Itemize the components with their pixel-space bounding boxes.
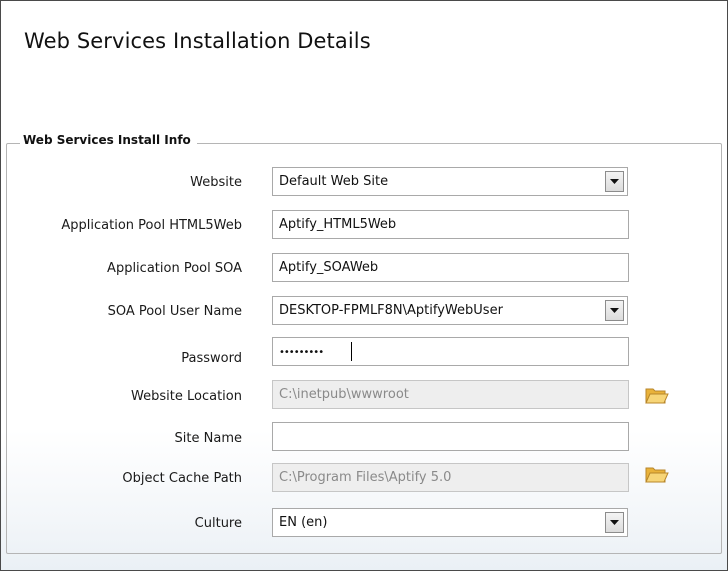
folder-open-icon[interactable] [645, 386, 669, 406]
site-name-input[interactable] [272, 422, 629, 451]
chevron-down-icon[interactable] [605, 300, 624, 321]
culture-select[interactable]: EN (en) [272, 508, 628, 537]
app-pool-html5-input[interactable] [272, 210, 629, 239]
website-location-input [272, 380, 629, 409]
object-cache-path-label: Object Cache Path [122, 471, 242, 486]
website-label: Website [190, 175, 242, 190]
text-caret [351, 342, 352, 361]
object-cache-path-input [272, 463, 629, 492]
site-name-label: Site Name [174, 431, 242, 446]
culture-label: Culture [194, 516, 242, 531]
soa-user-value: DESKTOP-FPMLF8N\AptifyWebUser [279, 303, 503, 318]
app-pool-soa-label: Application Pool SOA [107, 261, 242, 276]
chevron-down-icon[interactable] [605, 512, 624, 533]
password-field[interactable]: ••••••••• [272, 337, 629, 366]
password-label: Password [181, 351, 242, 366]
page-title: Web Services Installation Details [24, 29, 371, 53]
culture-value: EN (en) [279, 515, 328, 530]
website-select[interactable]: Default Web Site [272, 167, 628, 196]
website-location-label: Website Location [131, 389, 242, 404]
password-mask: ••••••••• [279, 347, 324, 358]
soa-user-select[interactable]: DESKTOP-FPMLF8N\AptifyWebUser [272, 296, 628, 325]
folder-open-icon[interactable] [645, 465, 669, 485]
chevron-down-icon[interactable] [605, 171, 624, 192]
website-value: Default Web Site [279, 174, 389, 189]
app-pool-html5-label: Application Pool HTML5Web [61, 218, 242, 233]
app-pool-soa-input[interactable] [272, 253, 629, 282]
soa-user-label: SOA Pool User Name [107, 304, 242, 319]
group-legend: Web Services Install Info [20, 133, 197, 147]
